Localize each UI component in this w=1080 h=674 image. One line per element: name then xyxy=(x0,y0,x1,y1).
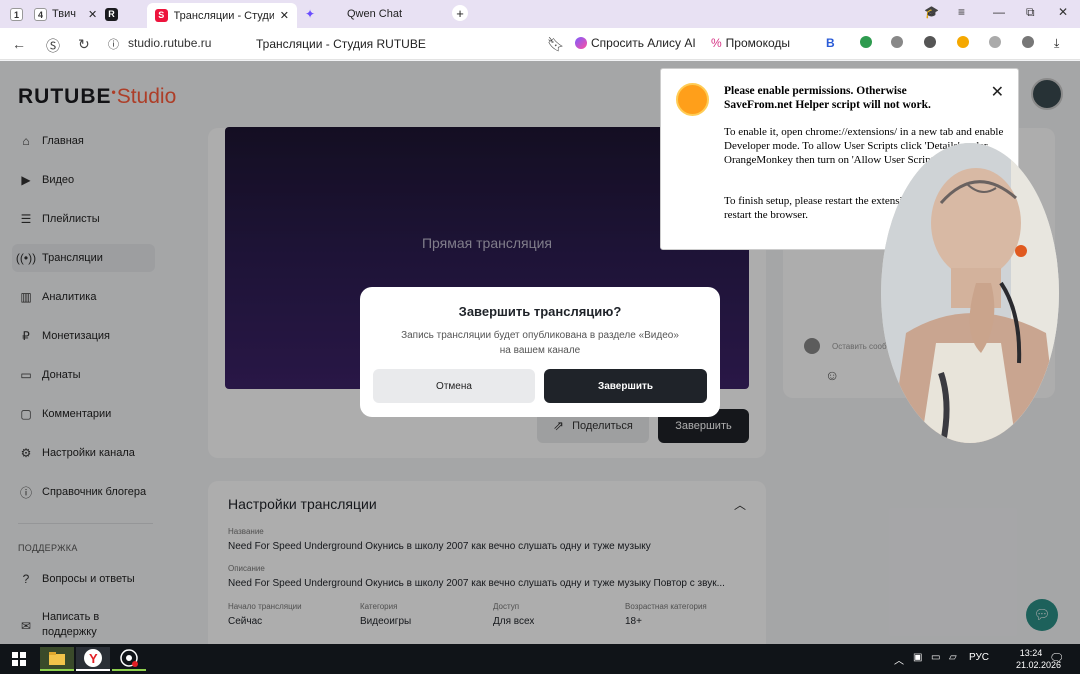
extension-icon[interactable] xyxy=(924,36,940,48)
bookmark-label: Промокоды xyxy=(725,36,790,50)
tab-rutube-pinned[interactable]: R xyxy=(105,3,124,25)
bookmark-icon[interactable]: 🔖︎ xyxy=(547,36,565,53)
back-icon[interactable]: ← xyxy=(12,36,26,52)
dialog-text: Запись трансляции будет опубликована в р… xyxy=(401,330,679,356)
download-icon[interactable]: ⤓ xyxy=(1054,36,1059,51)
clock-date: 21.02.2026 xyxy=(1016,660,1062,670)
rutube-icon: S xyxy=(155,9,168,22)
percent-icon: % xyxy=(711,36,722,50)
taskbar-file-explorer[interactable] xyxy=(40,647,74,671)
minimize-icon[interactable]: — xyxy=(993,5,1005,19)
taskbar-yandex-browser[interactable]: Y xyxy=(76,647,110,671)
folder-icon xyxy=(49,651,65,665)
extension-icon[interactable] xyxy=(957,36,973,48)
tab-counter-label: 1 xyxy=(10,7,23,21)
browser-tab-bar: 1 4 Твич ✕ R S Трансляции - Студия R ✕ ✦… xyxy=(0,0,1080,28)
tab-counter-label: 4 xyxy=(34,7,47,21)
extension-icon[interactable] xyxy=(989,36,1005,48)
taskbar-obs[interactable] xyxy=(112,647,146,671)
tab-label: Трансляции - Студия R xyxy=(173,9,274,22)
windows-icon xyxy=(12,652,26,666)
webcam-person-image xyxy=(881,143,1059,443)
windows-taskbar: Y ︿ ▣ ▭ ▱ РУС 13:24 21.02.2026 🗨︎ xyxy=(0,644,1080,674)
notification-title: Please enable permissions. Otherwise Sav… xyxy=(724,85,931,111)
reader-icon[interactable]: Ⓢ xyxy=(46,36,60,56)
url-field[interactable]: ⓘ studio.rutube.ru xyxy=(108,36,212,52)
tab-studio-active[interactable]: S Трансляции - Студия R ✕ xyxy=(147,3,297,28)
obs-icon xyxy=(120,649,138,667)
menu-icon[interactable]: ≡ xyxy=(958,5,965,19)
bookmark-label: Спросить Алису AI xyxy=(591,36,696,50)
yandex-browser-icon: Y xyxy=(84,649,102,667)
qwen-icon: ✦ xyxy=(305,7,316,21)
extension-icon[interactable] xyxy=(891,36,907,48)
close-icon[interactable]: ✕ xyxy=(280,9,289,22)
address-page-title: Трансляции - Студия RUTUBE xyxy=(256,37,426,51)
webcam-overlay xyxy=(881,143,1059,443)
extensions-icon[interactable] xyxy=(1022,36,1038,48)
cancel-button[interactable]: Отмена xyxy=(373,369,535,403)
confirm-label: Завершить xyxy=(597,380,654,392)
alice-icon xyxy=(575,37,587,49)
clock-time: 13:24 xyxy=(1019,648,1043,658)
tab-counter-1[interactable]: 1 xyxy=(10,3,29,25)
bookmark-b[interactable]: B xyxy=(826,36,835,50)
new-tab-button[interactable]: + xyxy=(452,5,468,21)
clock[interactable]: 13:24 21.02.2026 xyxy=(1016,647,1062,671)
cancel-label: Отмена xyxy=(436,380,472,392)
bookmark-label: B xyxy=(826,36,835,50)
tab-label: Qwen Chat xyxy=(347,8,403,20)
maximize-icon[interactable]: ⧉ xyxy=(1026,5,1035,20)
bookmark-alice[interactable]: Спросить Алису AI xyxy=(575,36,696,50)
start-button[interactable] xyxy=(2,647,36,671)
reload-icon[interactable]: ↻ xyxy=(78,36,90,53)
language-indicator[interactable]: РУС xyxy=(969,652,989,663)
extension-icon[interactable]: 🎓 xyxy=(924,5,939,19)
close-window-icon[interactable]: ✕ xyxy=(1058,5,1068,19)
svg-text:Y: Y xyxy=(89,651,98,666)
battery-icon[interactable]: ▭ xyxy=(931,652,940,663)
dialog-title: Завершить трансляцию? xyxy=(458,304,622,319)
end-stream-dialog: Завершить трансляцию? Запись трансляции … xyxy=(360,287,720,417)
address-bar: ← Ⓢ ↻ ⓘ studio.rutube.ru Трансляции - Ст… xyxy=(0,28,1080,60)
confirm-finish-button[interactable]: Завершить xyxy=(544,369,707,403)
tab-label: Твич xyxy=(52,8,76,20)
orange-icon xyxy=(676,83,709,116)
tab-twitch[interactable]: Твич ✕ xyxy=(50,3,97,25)
chevron-up-icon[interactable]: ︿ xyxy=(894,652,904,667)
close-icon[interactable]: ✕ xyxy=(88,8,97,21)
tab-qwen-favicon[interactable]: ✦ xyxy=(305,3,315,25)
notifications-icon[interactable]: 🗨︎ xyxy=(1049,651,1064,665)
url-host: studio.rutube.ru xyxy=(128,36,212,50)
site-info-icon[interactable]: ⓘ xyxy=(108,36,119,52)
tray-app-icon[interactable]: ▣ xyxy=(913,652,922,663)
network-icon[interactable]: ▱ xyxy=(949,652,957,663)
extension-icon[interactable] xyxy=(860,36,876,48)
bookmark-promo[interactable]: % Промокоды xyxy=(711,36,790,50)
close-icon[interactable]: ✕ xyxy=(991,82,1004,102)
rutube-icon: R xyxy=(105,7,118,21)
tab-qwen[interactable]: Qwen Chat xyxy=(347,3,402,25)
